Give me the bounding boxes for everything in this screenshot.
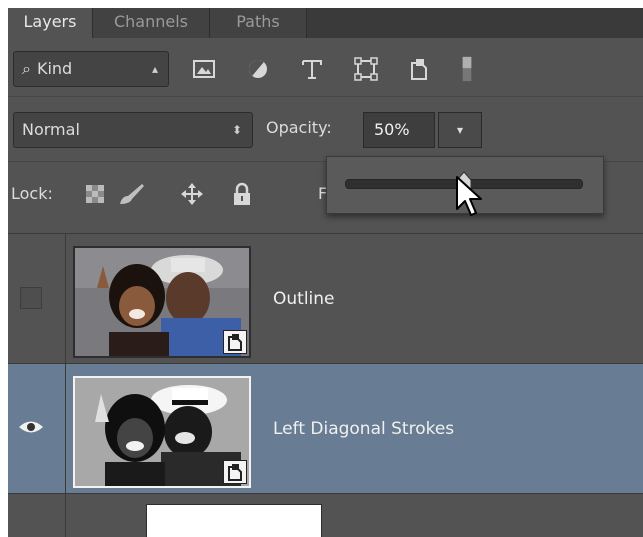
type-filter-icon[interactable]: [299, 56, 325, 82]
filter-kind-select[interactable]: ⌕ Kind ▴: [13, 51, 169, 87]
mouse-pointer-icon: [456, 176, 482, 216]
tab-layers[interactable]: Layers: [8, 8, 93, 38]
lock-image-pixels-icon[interactable]: [116, 182, 146, 206]
lock-position-icon[interactable]: [180, 182, 204, 206]
filter-toggle-icon[interactable]: [460, 56, 474, 82]
opacity-dropdown-button[interactable]: ▾: [438, 112, 482, 148]
blend-row: Normal ⬍ Opacity: 50% ▾: [8, 96, 643, 162]
opacity-input[interactable]: 50%: [363, 112, 435, 148]
opacity-label: Opacity:: [266, 118, 332, 137]
filter-kind-label: Kind: [36, 59, 73, 78]
shape-filter-icon[interactable]: [353, 56, 379, 82]
layer-name: Outline: [273, 289, 335, 309]
layer-row-selected[interactable]: Left Diagonal Strokes: [8, 363, 643, 493]
smart-object-badge-icon: [223, 460, 247, 484]
filter-row: ⌕ Kind ▴: [8, 38, 643, 96]
select-arrows-icon: ⬍: [231, 123, 242, 137]
layer-thumbnail: [73, 376, 251, 488]
adjustment-filter-icon[interactable]: [245, 56, 271, 82]
blend-mode-label: Normal: [22, 120, 80, 139]
lock-transparent-pixels-icon[interactable]: [83, 182, 107, 206]
visibility-toggle[interactable]: [8, 234, 66, 363]
layer-thumbnail: [146, 504, 322, 537]
image-filter-icon[interactable]: [191, 56, 217, 82]
layer-name: Left Diagonal Strokes: [273, 419, 455, 439]
smart-object-filter-icon[interactable]: [406, 56, 432, 82]
lock-label: Lock:: [11, 184, 53, 203]
layer-row[interactable]: Outline: [8, 233, 643, 363]
tab-channels[interactable]: Channels: [93, 8, 210, 38]
layer-row[interactable]: [8, 493, 643, 537]
select-arrows-icon: ▴: [151, 62, 158, 76]
smart-object-badge-icon: [223, 330, 247, 354]
blend-mode-select[interactable]: Normal ⬍: [13, 112, 253, 148]
layers-panel: Layers Channels Paths ⌕ Kind ▴ Normal ⬍ …: [8, 8, 643, 537]
chevron-down-icon: ▾: [456, 123, 464, 137]
visibility-toggle[interactable]: [8, 494, 66, 537]
lock-all-icon[interactable]: [230, 182, 254, 206]
panel-tab-bar: Layers Channels Paths: [8, 8, 643, 38]
eye-icon: [19, 421, 43, 433]
layer-thumbnail: [73, 246, 251, 358]
tab-paths[interactable]: Paths: [210, 8, 307, 38]
visibility-toggle[interactable]: [8, 364, 66, 493]
search-icon: ⌕: [22, 59, 31, 78]
visibility-off-box: [20, 287, 42, 309]
